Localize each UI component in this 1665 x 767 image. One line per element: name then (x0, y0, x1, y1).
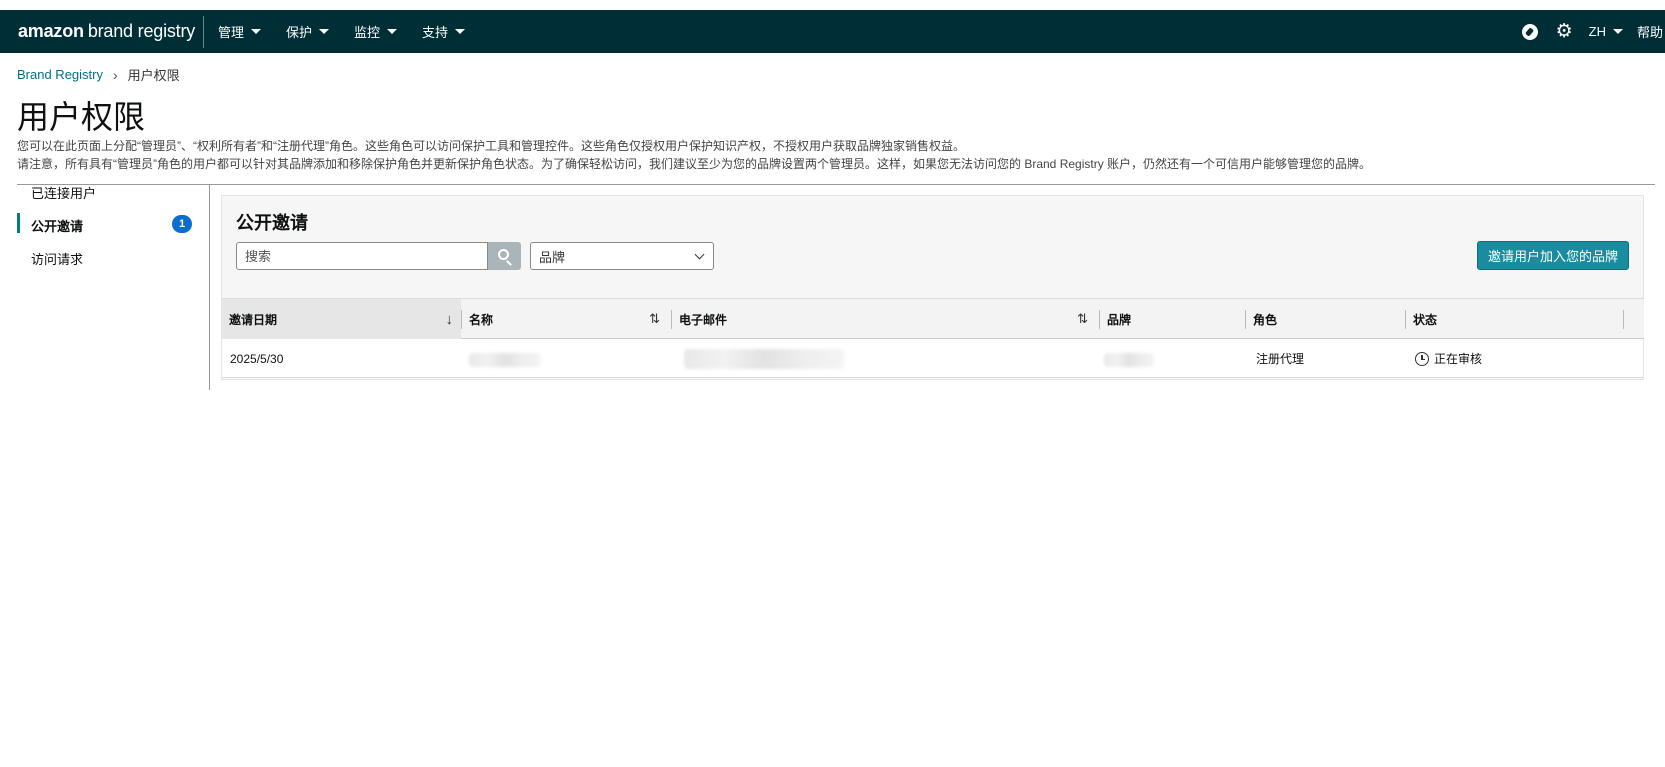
page-title: 用户权限 (17, 99, 146, 135)
column-header-role: 角色 (1245, 299, 1405, 340)
column-header-brand: 品牌 (1099, 299, 1245, 340)
arrow-down-icon: ↓ (445, 311, 454, 328)
sidebar: 已连接用户 公开邀请 1 访问请求 (17, 185, 210, 390)
chevron-down-icon (694, 249, 705, 260)
caret-down-icon (251, 29, 262, 34)
column-header-email[interactable]: 电子邮件 ⇅ (671, 299, 1099, 340)
clock-icon (1415, 351, 1429, 366)
sidebar-item-connected-users[interactable]: 已连接用户 (17, 177, 192, 207)
column-header-status: 状态 (1405, 299, 1605, 340)
nav-monitor-label: 监控 (354, 25, 381, 40)
column-header-label: 邀请日期 (229, 313, 278, 327)
amazon-brand-registry-logo[interactable]: amazon brand registry (18, 10, 195, 53)
search-button[interactable] (488, 242, 521, 270)
caret-down-icon (319, 29, 330, 34)
column-header-invite-date[interactable]: 邀请日期 ↓ (221, 299, 461, 340)
page-description-1: 您可以在此页面上分配“管理员”、“权利所有者”和“注册代理”角色。这些角色可以访… (17, 139, 965, 153)
redacted-email (684, 349, 844, 369)
topbar-utilities: ⚙ ZH 帮助 (1521, 10, 1665, 53)
sidebar-item-open-invitations[interactable]: 公开邀请 1 (17, 210, 192, 240)
page-description-2: 请注意，所有具有“管理员”角色的用户都可以针对其品牌添加和移除保护角色并更新保护… (17, 157, 1372, 171)
search-icon (497, 249, 509, 260)
sort-icon: ⇅ (649, 311, 660, 326)
language-label: ZH (1588, 24, 1606, 39)
nav-support-label: 支持 (422, 25, 449, 40)
redacted-name (469, 353, 541, 367)
breadcrumb-current: 用户权限 (127, 68, 180, 83)
caret-down-icon (1612, 29, 1623, 34)
search-group (236, 242, 521, 270)
column-header-label: 名称 (469, 313, 494, 327)
invite-user-button[interactable]: 邀请用户加入您的品牌 (1477, 241, 1629, 270)
column-header-label: 电子邮件 (679, 313, 728, 327)
table-row: 2025/5/30 注册代理 正在审核 (221, 339, 1644, 378)
logo-brand-registry-text: brand registry (87, 21, 196, 41)
breadcrumb-brand-registry-link[interactable]: Brand Registry (17, 67, 103, 82)
main-nav: 管理 保护 监控 支持 (218, 10, 490, 53)
column-header-name[interactable]: 名称 ⇅ (461, 299, 671, 340)
search-input[interactable] (236, 242, 488, 270)
column-header-label: 角色 (1253, 313, 1278, 327)
panel-title: 公开邀请 (236, 213, 308, 233)
topbar-divider (203, 16, 204, 48)
column-header-label: 状态 (1413, 313, 1438, 327)
nav-support-menu[interactable]: 支持 (422, 22, 466, 41)
chevron-right-icon: › (112, 66, 118, 83)
cell-invite-date: 2025/5/30 (230, 351, 284, 366)
cell-role: 注册代理 (1256, 352, 1305, 366)
sidebar-item-label: 访问请求 (31, 251, 84, 267)
brand-select-value: 品牌 (539, 249, 566, 265)
status-text: 正在审核 (1434, 352, 1483, 366)
nav-protect-menu[interactable]: 保护 (286, 22, 330, 41)
language-selector[interactable]: ZH (1589, 24, 1623, 39)
redacted-brand (1104, 353, 1154, 367)
sidebar-item-access-requests[interactable]: 访问请求 (17, 243, 192, 273)
nav-monitor-menu[interactable]: 监控 (354, 22, 398, 41)
cell-status: 正在审核 (1415, 339, 1482, 378)
sort-icon: ⇅ (1077, 311, 1088, 326)
logo-amazon-text: amazon (18, 21, 84, 41)
nav-manage-label: 管理 (218, 25, 245, 40)
nav-manage-menu[interactable]: 管理 (218, 22, 262, 41)
caret-down-icon (455, 29, 466, 34)
top-navigation-bar: amazon brand registry 管理 保护 监控 支持 ⚙ ZH 帮… (0, 10, 1665, 53)
brand-filter-select[interactable]: 品牌 (530, 242, 714, 270)
breadcrumb: Brand Registry › 用户权限 (17, 65, 180, 84)
content-divider (17, 184, 1655, 185)
table-header: 邀请日期 ↓ 名称 ⇅ 电子邮件 ⇅ 品牌 角色 状态 (221, 298, 1644, 340)
caret-down-icon (387, 29, 398, 34)
compass-icon[interactable] (1521, 23, 1538, 40)
count-badge: 1 (172, 215, 192, 233)
column-divider (1623, 310, 1624, 329)
nav-protect-label: 保护 (286, 25, 313, 40)
help-link[interactable]: 帮助 (1637, 22, 1663, 41)
column-header-label: 品牌 (1107, 313, 1132, 327)
gear-icon[interactable]: ⚙ (1556, 22, 1573, 41)
sidebar-item-label: 已连接用户 (31, 185, 97, 201)
sidebar-item-label: 公开邀请 (31, 218, 84, 234)
